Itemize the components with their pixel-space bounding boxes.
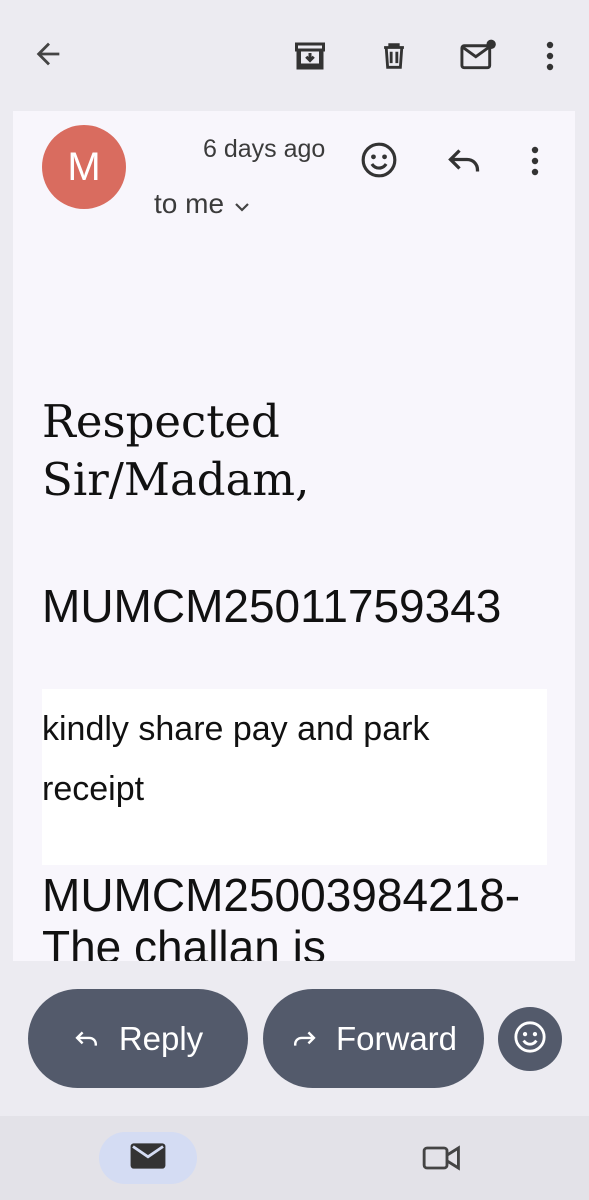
emoji-reaction-icon[interactable] — [358, 139, 400, 181]
delete-icon[interactable] — [374, 36, 414, 76]
reply-label: Reply — [118, 1019, 204, 1057]
bottom-navigation — [0, 1116, 589, 1200]
more-vert-icon[interactable] — [534, 36, 566, 76]
challan-reference-2: MUMCM25003984218-The challan is — [42, 869, 521, 961]
back-arrow-icon[interactable] — [28, 36, 68, 72]
highlighted-note: kindly share pay and park receipt — [42, 689, 547, 865]
mail-icon — [129, 1141, 167, 1176]
forward-label: Forward — [335, 1019, 458, 1057]
message-time: 6 days ago — [203, 135, 326, 163]
mark-unread-icon[interactable] — [456, 36, 500, 76]
forward-button[interactable]: Forward — [263, 989, 484, 1088]
reply-icon[interactable] — [443, 143, 485, 179]
reply-button[interactable]: Reply — [28, 989, 248, 1088]
reply-arrow-icon — [73, 1020, 101, 1058]
avatar-letter: M — [67, 144, 101, 189]
nav-meet-tab[interactable] — [418, 1138, 466, 1178]
recipient-label: to me — [154, 188, 225, 219]
recipient-toggle[interactable]: to me — [154, 188, 250, 220]
archive-icon[interactable] — [289, 36, 331, 76]
note-text: kindly share pay and park receipt — [42, 710, 430, 808]
emoji-button[interactable] — [498, 1007, 562, 1071]
greeting-text: Respected Sir/Madam, — [42, 395, 310, 506]
sender-avatar[interactable]: M — [42, 125, 126, 209]
forward-arrow-icon — [290, 1020, 318, 1058]
message-more-icon[interactable] — [521, 141, 549, 181]
message-sheet: M 6 days ago to me Respected Sir/Madam, … — [13, 111, 575, 961]
nav-mail-tab[interactable] — [99, 1132, 197, 1184]
challan-reference-1: MUMCM25011759343 — [42, 580, 502, 632]
top-toolbar — [0, 0, 589, 110]
emoji-icon — [513, 1020, 547, 1059]
chevron-down-icon — [234, 188, 250, 220]
